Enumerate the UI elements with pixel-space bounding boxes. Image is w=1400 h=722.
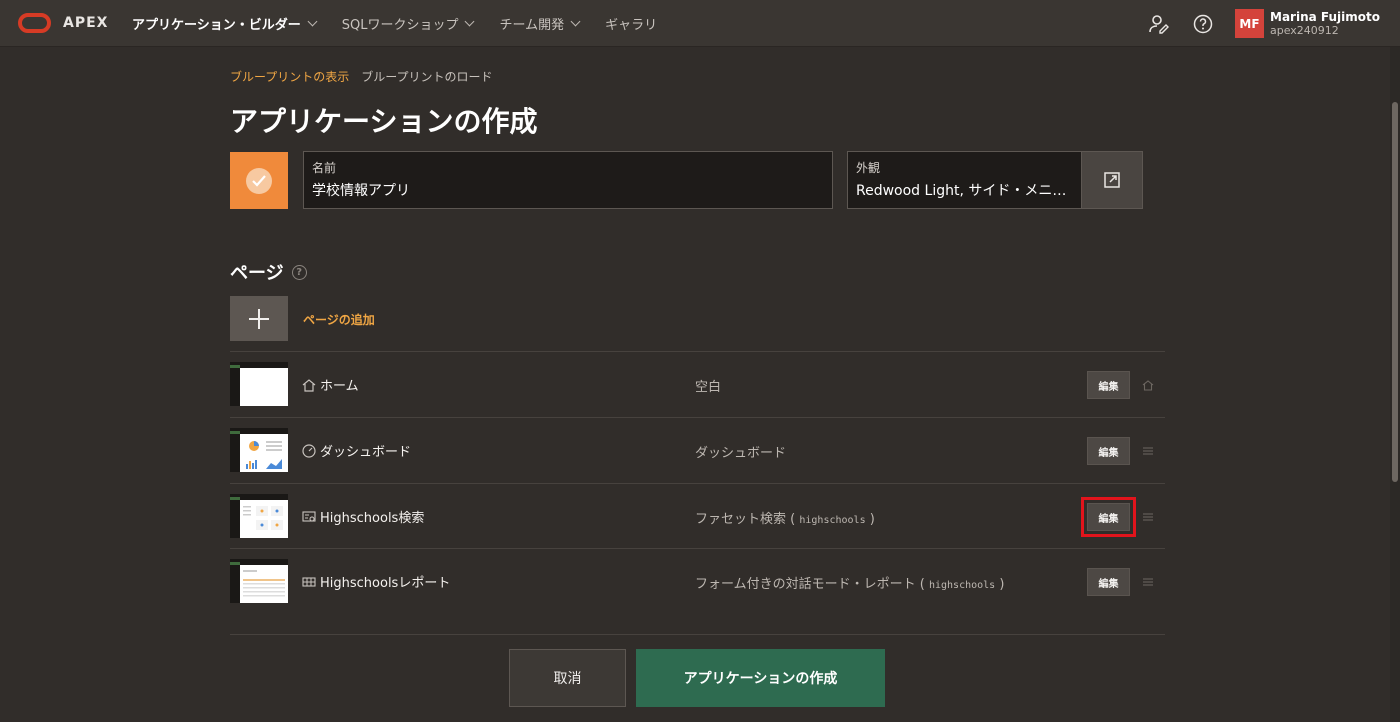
chevron-down-icon [465,16,475,26]
chevron-down-icon [570,16,581,26]
nav-gallery[interactable]: ギャラリ [605,0,657,47]
page-type: ダッシュボード [695,446,787,461]
edit-button[interactable]: 編集 [1087,568,1130,596]
section-title-text: ページ [230,263,284,284]
user-menu[interactable]: Marina Fujimoto apex240912 [1270,10,1380,38]
top-navigation-bar: APEX アプリケーション・ビルダー SQLワークショップ チーム開発 ギャラリ [0,0,1400,47]
edit-button[interactable]: 編集 [1087,371,1130,399]
dashboard-icon [302,444,316,458]
page-row-dashboard: ダッシュボード ダッシュボード 編集 [230,418,1165,483]
page-name: ダッシュボード [320,445,412,460]
appearance-open-button[interactable] [1081,151,1143,209]
help-icon[interactable]: ? [291,264,307,280]
page-row-home: ホーム 空白 編集 [230,352,1165,417]
apex-logo[interactable]: APEX [18,13,118,33]
logo-text: APEX [63,15,109,31]
main-nav: アプリケーション・ビルダー SQLワークショップ チーム開発 ギャラリ [132,0,683,47]
nav-label: アプリケーション・ビルダー [132,17,301,33]
home-icon [302,379,316,392]
nav-label: SQLワークショップ [341,17,459,33]
add-page-link[interactable]: ページの追加 [303,311,375,328]
app-icon-selector[interactable] [230,152,288,209]
page-thumbnail [230,362,288,406]
faceted-search-icon [302,511,316,522]
page-name: ホーム [320,379,359,394]
app-name-field[interactable]: 名前 学校情報アプリ [303,151,833,209]
page-thumbnail [230,428,288,472]
app-name-input[interactable]: 学校情報アプリ [312,180,824,200]
nav-app-builder[interactable]: アプリケーション・ビルダー [132,0,318,47]
nav-label: チーム開発 [499,17,565,33]
page-title: アプリケーションの作成 [230,105,538,138]
nav-team-development[interactable]: チーム開発 [499,0,581,47]
scrollbar[interactable] [1390,47,1400,722]
page-thumbnail [230,494,288,538]
home-page-icon [1142,380,1154,391]
drag-handle-icon[interactable] [1142,576,1154,588]
header-actions: MF Marina Fujimoto apex240912 [1147,0,1400,47]
check-icon [246,167,272,194]
drag-handle-icon[interactable] [1142,511,1154,523]
add-page-button[interactable] [230,296,288,341]
user-name: Marina Fujimoto [1270,9,1380,24]
divider [230,634,1165,635]
nav-sql-workshop[interactable]: SQLワークショップ [341,0,475,47]
page-name: Highschoolsレポート [320,576,451,591]
workspace-name: apex240912 [1270,23,1339,37]
page-type: 空白 [695,380,722,395]
breadcrumb: ブループリントの表示 ブループリントのロード [230,68,493,85]
nav-label: ギャラリ [605,17,658,33]
scrollbar-thumb[interactable] [1392,102,1398,482]
user-settings-icon[interactable] [1147,12,1171,36]
help-icon[interactable] [1191,12,1215,36]
report-icon [302,577,316,587]
field-label: 外観 [856,161,881,175]
oracle-logo-icon [18,13,51,33]
appearance-value: Redwood Light, サイド・メニュー [856,183,1073,199]
page-type: ファセット検索 ( highschools ) [695,512,875,527]
breadcrumb-current: ブループリントのロード [361,70,493,84]
pages-section-title: ページ ? [230,259,307,285]
appearance-field[interactable]: 外観 Redwood Light, サイド・メニュー [847,151,1081,209]
edit-button-highlighted[interactable]: 編集 [1081,497,1136,537]
cancel-button[interactable]: 取消 [509,649,626,707]
page-thumbnail [230,559,288,603]
avatar[interactable]: MF [1235,9,1264,38]
plus-icon [249,308,269,329]
chevron-down-icon [307,16,318,26]
edit-button[interactable]: 編集 [1087,437,1130,465]
create-application-button[interactable]: アプリケーションの作成 [636,649,885,707]
breadcrumb-link-blueprint[interactable]: ブループリントの表示 [230,68,349,85]
page-name: Highschools検索 [320,511,425,526]
page-type: フォーム付きの対話モード・レポート ( highschools ) [695,577,1005,592]
page-row-highschools-report: Highschoolsレポート フォーム付きの対話モード・レポート ( high… [230,549,1165,614]
field-label: 名前 [312,161,337,175]
external-link-icon [1104,172,1120,188]
drag-handle-icon[interactable] [1142,445,1154,457]
page-row-highschools-search: Highschools検索 ファセット検索 ( highschools ) 編集 [230,484,1165,549]
